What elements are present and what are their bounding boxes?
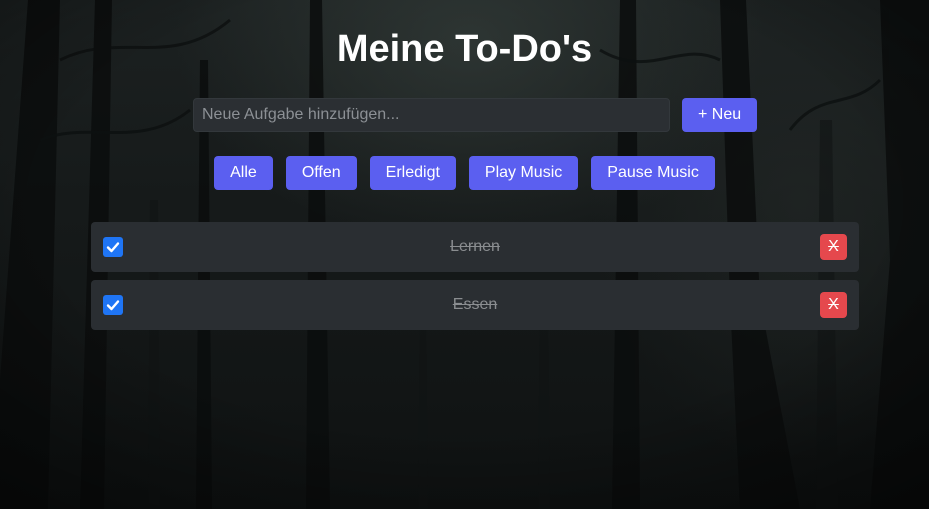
check-icon: [106, 300, 120, 311]
filter-all-button[interactable]: Alle: [214, 156, 273, 190]
play-music-button[interactable]: Play Music: [468, 156, 579, 190]
page-title: Meine To-Do's: [336, 28, 593, 70]
todo-text: Essen: [452, 296, 498, 313]
filter-open-button[interactable]: Offen: [285, 156, 357, 190]
todo-checkbox[interactable]: [103, 295, 123, 315]
todo-list: Lernen X Essen X: [91, 222, 859, 330]
filter-done-button[interactable]: Erledigt: [369, 156, 456, 190]
delete-todo-button[interactable]: X: [820, 292, 847, 318]
todo-text: Lernen: [450, 238, 500, 255]
add-task-button[interactable]: + Neu: [682, 98, 758, 132]
add-task-form: + Neu: [193, 98, 758, 132]
new-task-input[interactable]: [193, 98, 670, 132]
pause-music-button[interactable]: Pause Music: [591, 156, 715, 190]
filter-bar: Alle Offen Erledigt Play Music Pause Mus…: [0, 156, 929, 190]
todo-item: Lernen X: [91, 222, 859, 272]
delete-todo-button[interactable]: X: [820, 234, 847, 260]
todo-checkbox[interactable]: [103, 237, 123, 257]
check-icon: [106, 242, 120, 253]
todo-item: Essen X: [91, 280, 859, 330]
